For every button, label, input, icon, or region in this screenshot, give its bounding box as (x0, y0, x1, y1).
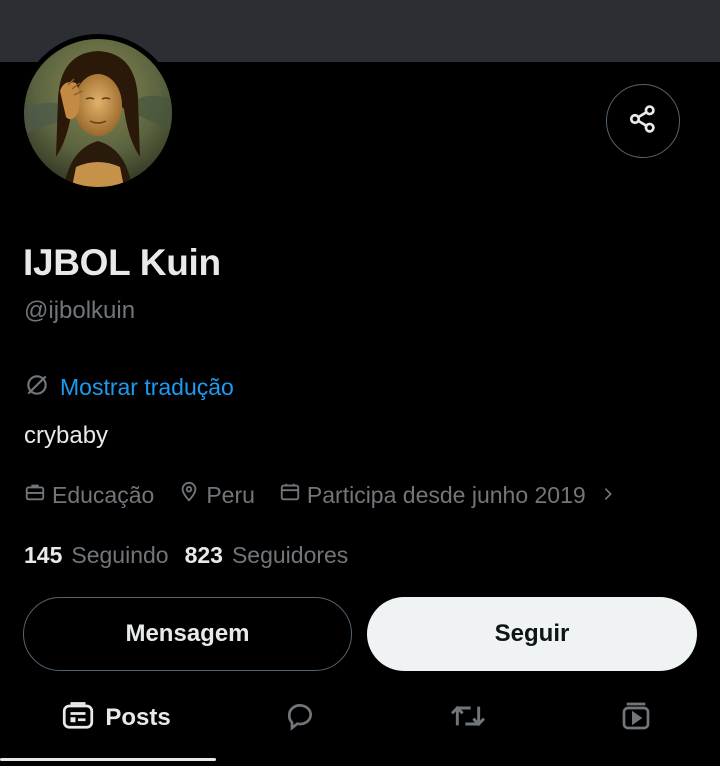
briefcase-icon (24, 481, 46, 509)
following-count[interactable]: 145 (24, 542, 62, 569)
tab-reposts[interactable] (430, 690, 506, 746)
profile-bio: crybaby (24, 422, 109, 449)
meta-category-label: Educação (52, 481, 155, 508)
active-tab-indicator (0, 758, 216, 761)
replies-icon (283, 700, 317, 737)
location-pin-icon (178, 481, 200, 509)
share-button[interactable] (606, 84, 680, 158)
tab-media[interactable] (598, 690, 674, 746)
user-handle: @ijbolkuin (24, 297, 136, 324)
tab-posts-label: Posts (105, 704, 171, 731)
chevron-right-icon[interactable] (600, 482, 616, 509)
meta-joined-label: Participa desde junho 2019 (306, 481, 586, 508)
tab-replies[interactable] (262, 690, 338, 746)
meta-location-label: Peru (206, 481, 255, 508)
reposts-icon (449, 700, 487, 737)
profile-tabs: Posts (0, 690, 720, 746)
share-icon (627, 103, 659, 140)
avatar-image (24, 39, 172, 187)
translate-icon (24, 372, 50, 403)
tab-posts[interactable]: Posts (24, 690, 208, 746)
profile-page: IJBOL Kuin @ijbolkuin Mostrar tradução c… (0, 0, 720, 766)
follow-button[interactable]: Seguir (367, 597, 697, 671)
profile-meta: Educação Peru Participa desde junho 2019 (24, 481, 616, 509)
message-button[interactable]: Mensagem (23, 597, 352, 671)
translate-label[interactable]: Mostrar tradução (60, 374, 234, 401)
follow-counts: 145 Seguindo 823 Seguidores (24, 542, 364, 569)
meta-location: Peru (178, 481, 255, 509)
translate-link[interactable]: Mostrar tradução (24, 372, 234, 403)
followers-label[interactable]: Seguidores (232, 542, 348, 569)
followers-count[interactable]: 823 (185, 542, 223, 569)
avatar[interactable] (19, 34, 177, 192)
following-label[interactable]: Seguindo (71, 542, 168, 569)
calendar-icon (279, 481, 301, 509)
display-name: IJBOL Kuin (23, 242, 221, 283)
meta-joined: Participa desde junho 2019 (279, 481, 586, 509)
posts-icon (61, 701, 95, 736)
meta-category: Educação (24, 481, 154, 509)
media-icon (619, 700, 653, 737)
